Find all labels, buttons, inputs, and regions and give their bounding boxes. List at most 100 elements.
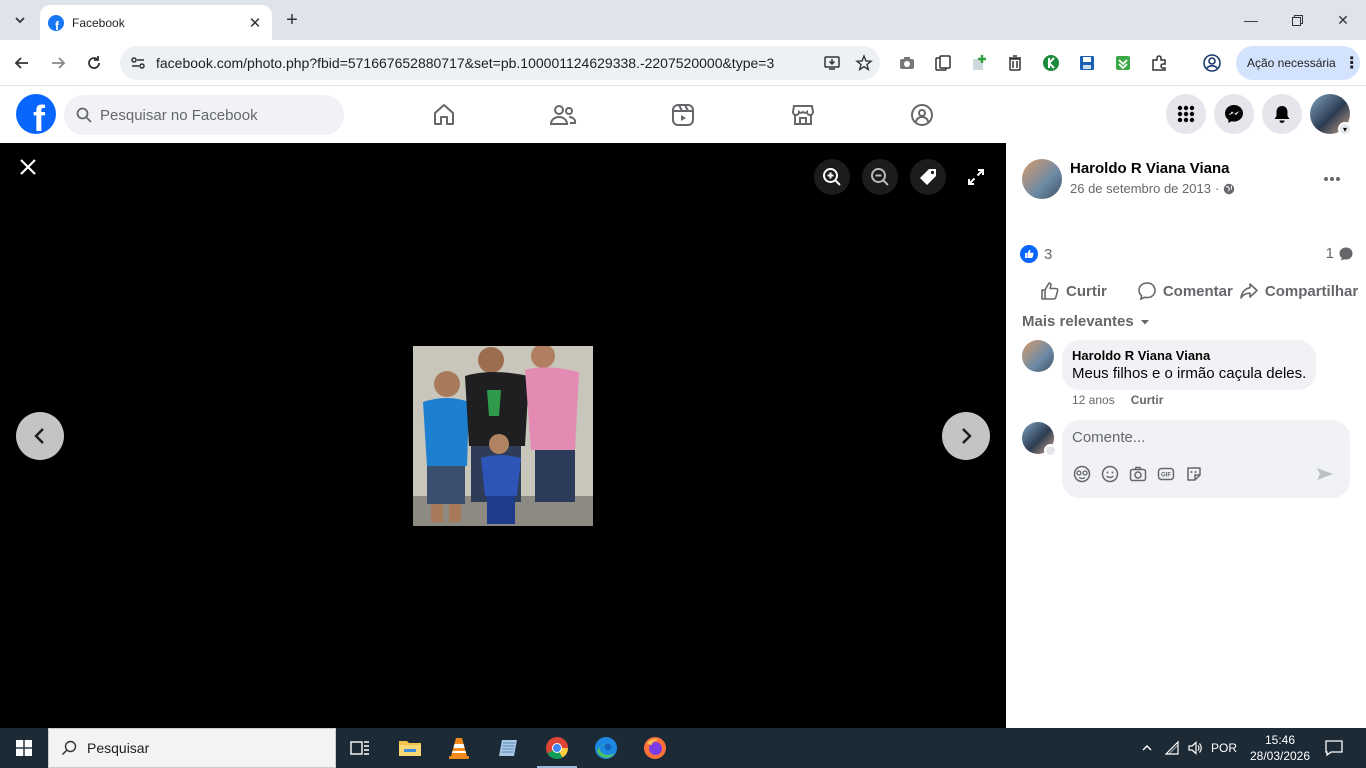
tab-title: Facebook	[72, 15, 125, 30]
browser-tab-facebook[interactable]: f Facebook ✕	[40, 5, 272, 40]
bookmark-star-icon[interactable]	[848, 49, 880, 77]
edge-app[interactable]	[582, 728, 630, 768]
comment-meta: 12 anos Curtir	[1072, 393, 1163, 407]
nav-home[interactable]	[388, 94, 500, 136]
firefox-app[interactable]	[631, 728, 679, 768]
menu-button[interactable]	[1166, 94, 1206, 134]
chevron-left-icon	[34, 428, 44, 444]
nav-watch[interactable]	[627, 94, 739, 136]
marketplace-icon	[791, 105, 815, 125]
fullscreen-button[interactable]	[958, 159, 994, 195]
send-comment-button[interactable]	[1316, 465, 1336, 485]
more-options-button[interactable]	[1316, 163, 1348, 195]
notifications-center-button[interactable]	[1320, 728, 1348, 768]
account-avatar[interactable]: ▾	[1310, 94, 1352, 136]
install-app-icon[interactable]	[816, 49, 848, 77]
like-button[interactable]: Curtir	[1040, 281, 1107, 301]
input-language[interactable]: POR	[1206, 728, 1242, 768]
chevron-down-icon	[1044, 444, 1057, 457]
nav-marketplace[interactable]	[747, 94, 859, 136]
post-date-text[interactable]: 26 de setembro de 2013	[1070, 181, 1211, 196]
taskbar-search[interactable]: Pesquisar	[48, 728, 336, 768]
notepad-app[interactable]	[484, 728, 532, 768]
comment-like-button[interactable]: Curtir	[1131, 393, 1164, 407]
chevron-up-icon	[1142, 745, 1152, 751]
forward-button[interactable]	[44, 49, 72, 77]
emoji-button[interactable]	[1100, 464, 1120, 484]
reload-button[interactable]	[80, 49, 108, 77]
comment-author[interactable]: Haroldo R Viana Viana	[1072, 348, 1306, 363]
commenter-avatar[interactable]	[1022, 340, 1054, 372]
comment-input[interactable]	[1072, 429, 1332, 446]
minimize-button[interactable]: —	[1228, 0, 1274, 40]
zoom-out-button[interactable]	[862, 159, 898, 195]
system-clock[interactable]: 15:46 28/03/2026	[1242, 732, 1318, 764]
task-view-icon	[350, 741, 369, 755]
nav-friends[interactable]	[507, 94, 619, 136]
tag-photo-button[interactable]	[910, 159, 946, 195]
previous-photo-button[interactable]	[16, 412, 64, 460]
save-extension-icon[interactable]	[1075, 51, 1099, 75]
show-hidden-icons-button[interactable]	[1136, 728, 1158, 768]
download-extension-icon[interactable]	[1111, 51, 1135, 75]
thumbs-up-icon	[1041, 282, 1059, 300]
photo-viewer	[0, 143, 1006, 728]
comments-summary[interactable]: 1	[1326, 245, 1354, 262]
profile-icon[interactable]	[1200, 51, 1224, 75]
more-horizontal-icon	[1324, 177, 1340, 181]
edge-icon	[595, 737, 617, 759]
camera-extension-icon[interactable]	[895, 51, 919, 75]
action-needed-button[interactable]: Ação necessária ⋮	[1236, 46, 1360, 80]
comment-text: Meus filhos e o irmão caçula deles.	[1072, 365, 1307, 382]
reactions-summary[interactable]: 3	[1020, 245, 1052, 263]
task-view-button[interactable]	[336, 728, 384, 768]
file-explorer-app[interactable]	[386, 728, 434, 768]
k-extension-icon[interactable]	[1039, 51, 1063, 75]
address-bar[interactable]: facebook.com/photo.php?fbid=571667652880…	[120, 46, 880, 80]
facebook-search[interactable]	[64, 95, 344, 135]
url-text[interactable]: facebook.com/photo.php?fbid=571667652880…	[156, 55, 816, 71]
avatar-sticker-button[interactable]	[1072, 464, 1092, 484]
site-settings-icon[interactable]	[120, 55, 156, 71]
volume-control[interactable]	[1184, 728, 1206, 768]
gif-button[interactable]: GIF	[1156, 464, 1176, 484]
author-name[interactable]: Haroldo R Viana Viana	[1070, 160, 1230, 177]
start-button[interactable]	[0, 728, 48, 768]
restore-button[interactable]	[1274, 0, 1320, 40]
current-user-avatar[interactable]	[1022, 422, 1057, 457]
trash-extension-icon[interactable]	[1003, 51, 1027, 75]
sort-label: Mais relevantes	[1022, 313, 1134, 330]
author-avatar[interactable]	[1022, 159, 1062, 199]
chrome-app[interactable]	[533, 728, 581, 768]
nav-groups[interactable]	[866, 94, 978, 136]
window-close-button[interactable]: ✕	[1320, 0, 1366, 40]
messenger-button[interactable]	[1214, 94, 1254, 134]
plus-extension-icon[interactable]	[967, 51, 991, 75]
clock-time: 15:46	[1264, 733, 1296, 747]
close-icon	[20, 159, 36, 175]
vlc-app[interactable]	[435, 728, 483, 768]
next-photo-button[interactable]	[942, 412, 990, 460]
notifications-button[interactable]	[1262, 94, 1302, 134]
sticker-button[interactable]	[1184, 464, 1204, 484]
expand-icon	[968, 169, 984, 185]
tab-search-button[interactable]	[6, 7, 34, 33]
zoom-in-button[interactable]	[814, 159, 850, 195]
facebook-logo[interactable]: f	[16, 94, 56, 134]
zoom-in-icon	[823, 168, 841, 186]
share-button[interactable]: Compartilhar	[1239, 281, 1358, 301]
extensions-puzzle-icon[interactable]	[1147, 51, 1171, 75]
back-button[interactable]	[8, 49, 36, 77]
photo-attach-button[interactable]	[1128, 464, 1148, 484]
comment-button[interactable]: Comentar	[1137, 281, 1233, 301]
new-tab-button[interactable]: +	[280, 8, 304, 32]
search-input[interactable]	[100, 106, 320, 124]
close-viewer-button[interactable]	[12, 151, 44, 183]
comment-age[interactable]: 12 anos	[1072, 393, 1115, 407]
tab-close-icon[interactable]: ✕	[246, 14, 264, 32]
post-photo[interactable]	[413, 346, 593, 526]
gif-icon: GIF	[1157, 467, 1175, 481]
copy-extension-icon[interactable]	[931, 51, 955, 75]
network-status[interactable]	[1160, 728, 1184, 768]
comment-sort-button[interactable]: Mais relevantes	[1022, 313, 1150, 330]
